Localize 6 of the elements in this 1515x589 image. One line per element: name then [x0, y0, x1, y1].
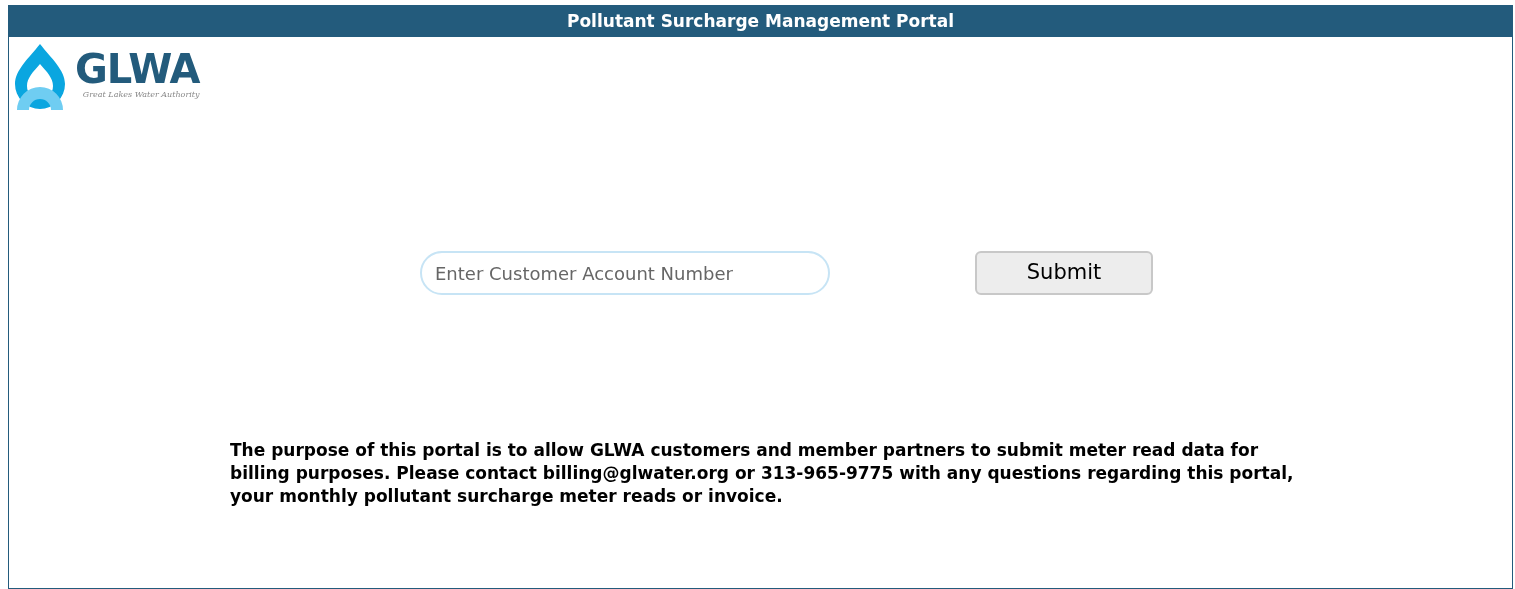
logo-wordmark: GLWA	[75, 49, 200, 89]
submit-button[interactable]: Submit	[975, 251, 1153, 295]
logo-tagline: Great Lakes Water Authority	[82, 89, 200, 101]
page-title: Pollutant Surcharge Management Portal	[567, 9, 954, 33]
account-number-field[interactable]: Enter Customer Account Number	[420, 251, 830, 295]
portal-description: The purpose of this portal is to allow GLWA customers and member partners to submit meter read data for billing purposes. Please contact billing@glwater.org or 313-965-9775 with any questions regarding this portal, your monthly pollutant surcharge meter reads or invoice.	[230, 439, 1295, 508]
